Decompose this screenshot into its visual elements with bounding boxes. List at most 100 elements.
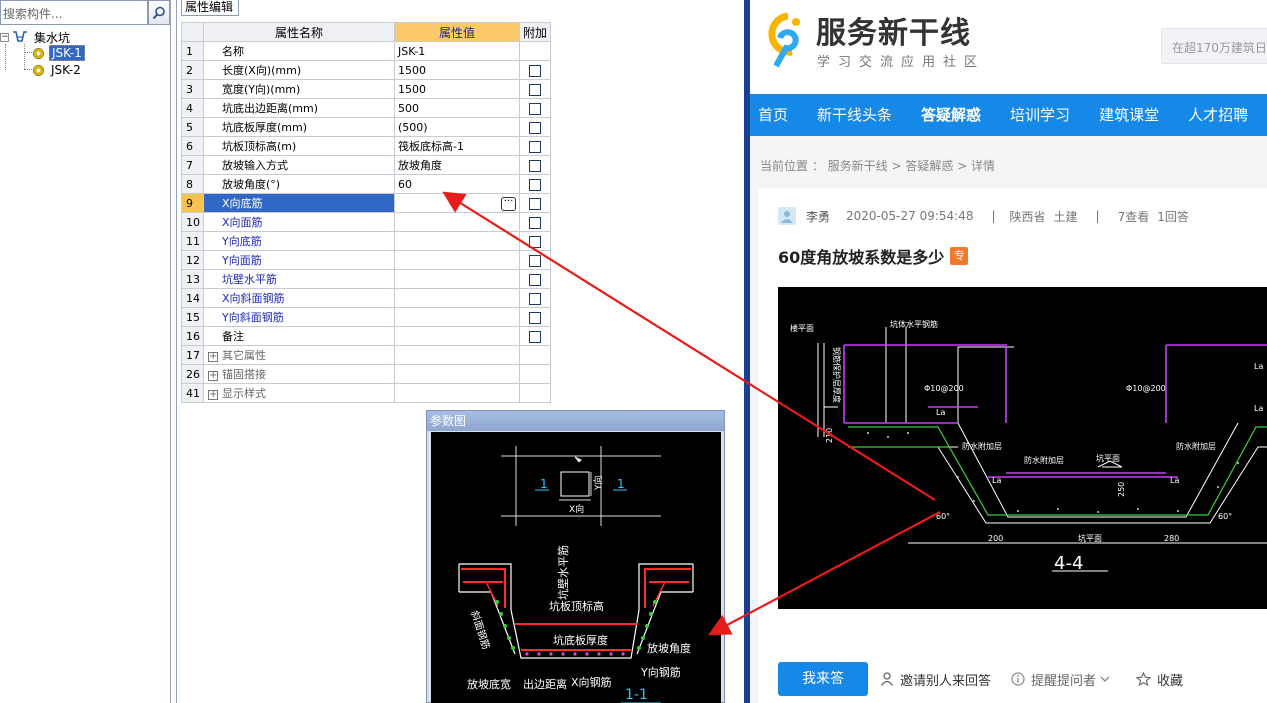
- property-row[interactable]: 5 坑底板厚度(mm) (500): [181, 117, 552, 137]
- question-card: 李勇 2020-05-27 09:54:48 | 陕西省 土建 | 7查看 1回…: [758, 188, 1267, 703]
- component-search-input[interactable]: 搜索构件...: [0, 0, 148, 25]
- nav-item-headlines[interactable]: 新干线头条: [809, 94, 900, 136]
- slope-width-label: 放坡底宽: [467, 677, 511, 691]
- extra-checkbox[interactable]: [529, 178, 541, 191]
- property-value-text: 放坡角度: [398, 159, 442, 172]
- column-header-name[interactable]: 属性名称: [203, 22, 395, 42]
- row-number: 8: [181, 174, 204, 194]
- expand-icon[interactable]: +: [208, 352, 218, 362]
- extra-checkbox[interactable]: [529, 311, 541, 324]
- extra-checkbox[interactable]: [529, 292, 541, 305]
- site-search-input[interactable]: 在超170万建筑日: [1161, 28, 1267, 64]
- row-number: 14: [181, 288, 204, 308]
- property-value[interactable]: 500: [394, 98, 520, 118]
- row-number-header: [181, 22, 204, 42]
- ellipsis-button[interactable]: ···: [501, 196, 516, 211]
- property-value[interactable]: [394, 326, 520, 346]
- row-number: 4: [181, 98, 204, 118]
- property-value[interactable]: JSK-1: [394, 41, 520, 61]
- property-row[interactable]: 4 坑底出边距离(mm) 500: [181, 98, 552, 118]
- property-value[interactable]: [394, 212, 520, 232]
- row-number-text: 3: [186, 82, 193, 96]
- property-row[interactable]: 8 放坡角度(°) 60: [181, 174, 552, 194]
- extra-checkbox[interactable]: [529, 254, 541, 267]
- tree-item-jsk-2[interactable]: JSK-2: [33, 62, 83, 78]
- property-group[interactable]: + 显示样式: [203, 383, 395, 403]
- breadcrumb: 当前位置 ： 服务新干线 > 答疑解惑 > 详情: [760, 159, 995, 173]
- property-group-row[interactable]: 17 + 其它属性: [181, 345, 552, 365]
- column-header-value[interactable]: 属性值: [394, 22, 520, 42]
- favorite-button[interactable]: 收藏: [1136, 670, 1183, 689]
- extra-checkbox[interactable]: [529, 159, 541, 172]
- avatar[interactable]: [778, 207, 796, 225]
- property-row[interactable]: 6 坑板顶标高(m) 筏板底标高-1: [181, 136, 552, 156]
- property-group[interactable]: + 锚固搭接: [203, 364, 395, 384]
- author-name[interactable]: 李勇: [806, 208, 830, 225]
- property-row[interactable]: 11 Y向底筋: [181, 231, 552, 251]
- property-row[interactable]: 10 X向面筋: [181, 212, 552, 232]
- property-row[interactable]: 12 Y向面筋: [181, 250, 552, 270]
- property-group[interactable]: + 其它属性: [203, 345, 395, 365]
- expand-icon[interactable]: +: [208, 390, 218, 400]
- extra-checkbox[interactable]: [529, 83, 541, 96]
- search-button[interactable]: [148, 0, 170, 25]
- property-group-row[interactable]: 26 + 锚固搭接: [181, 364, 552, 384]
- property-row[interactable]: 16 备注: [181, 326, 552, 346]
- property-row[interactable]: 2 长度(X向)(mm) 1500: [181, 60, 552, 80]
- expand-icon[interactable]: +: [208, 371, 218, 381]
- extra-checkbox[interactable]: [529, 330, 541, 343]
- property-row[interactable]: 9 X向底筋 ···: [181, 193, 552, 213]
- property-value[interactable]: 筏板底标高-1: [394, 136, 520, 156]
- remind-asker-button[interactable]: 提醒提问者: [1011, 670, 1116, 689]
- nav-item-training[interactable]: 培训学习: [1002, 94, 1078, 136]
- answer-button[interactable]: 我来答: [778, 662, 868, 696]
- tree-root-node[interactable]: − 集水坑: [0, 29, 72, 45]
- tab-property-edit[interactable]: 属性编辑: [181, 0, 239, 16]
- extra-checkbox[interactable]: [529, 121, 541, 134]
- property-value[interactable]: [394, 307, 520, 327]
- property-value[interactable]: [394, 231, 520, 251]
- nav-item-qa[interactable]: 答疑解惑: [913, 94, 989, 136]
- property-name: 坑底出边距离(mm): [203, 98, 395, 118]
- extra-cell: [518, 383, 552, 403]
- property-value[interactable]: 1500: [394, 79, 520, 99]
- extra-checkbox[interactable]: [529, 216, 541, 229]
- extra-checkbox[interactable]: [529, 273, 541, 286]
- tree-item-jsk-1[interactable]: JSK-1: [33, 45, 85, 61]
- extra-checkbox[interactable]: [529, 235, 541, 248]
- extra-checkbox[interactable]: [529, 140, 541, 153]
- collapse-icon[interactable]: −: [0, 32, 9, 42]
- property-row[interactable]: 14 X向斜面钢筋: [181, 288, 552, 308]
- column-header-extra[interactable]: 附加: [518, 22, 552, 42]
- property-row[interactable]: 15 Y向斜面钢筋: [181, 307, 552, 327]
- row-number: 12: [181, 250, 204, 270]
- nav-item-home[interactable]: 首页: [750, 94, 796, 136]
- extra-checkbox[interactable]: [529, 64, 541, 77]
- nav-item-classroom[interactable]: 建筑课堂: [1091, 94, 1167, 136]
- property-name-text: Y向斜面钢筋: [222, 311, 284, 324]
- property-row[interactable]: 3 宽度(Y向)(mm) 1500: [181, 79, 552, 99]
- property-row[interactable]: 1 名称 JSK-1: [181, 41, 552, 61]
- property-value[interactable]: 放坡角度: [394, 155, 520, 175]
- extra-checkbox[interactable]: [529, 197, 541, 210]
- property-value[interactable]: [394, 250, 520, 270]
- row-number: 26: [181, 364, 204, 384]
- question-cad-image[interactable]: 楼平面 坑体水平钢筋 钢筋保护层厚度 Φ10@200 Φ10@200 La La…: [778, 287, 1267, 609]
- property-value[interactable]: [394, 288, 520, 308]
- row-number-text: 15: [186, 310, 200, 324]
- property-row[interactable]: 13 坑壁水平筋: [181, 269, 552, 289]
- property-value[interactable]: (500): [394, 117, 520, 137]
- property-value[interactable]: ···: [394, 193, 520, 213]
- extra-cell: [518, 193, 552, 213]
- property-row[interactable]: 7 放坡输入方式 放坡角度: [181, 155, 552, 175]
- property-value[interactable]: [394, 269, 520, 289]
- nav-item-jobs[interactable]: 人才招聘: [1180, 94, 1256, 136]
- property-value[interactable]: 60: [394, 174, 520, 194]
- invite-answer-button[interactable]: 邀请别人来回答: [880, 670, 991, 689]
- property-name: 名称: [203, 41, 395, 61]
- tree-guide-line: [24, 69, 32, 70]
- extra-checkbox[interactable]: [529, 102, 541, 115]
- property-value[interactable]: 1500: [394, 60, 520, 80]
- site-logo-title[interactable]: 服务新干线: [816, 8, 971, 52]
- property-group-row[interactable]: 41 + 显示样式: [181, 383, 552, 403]
